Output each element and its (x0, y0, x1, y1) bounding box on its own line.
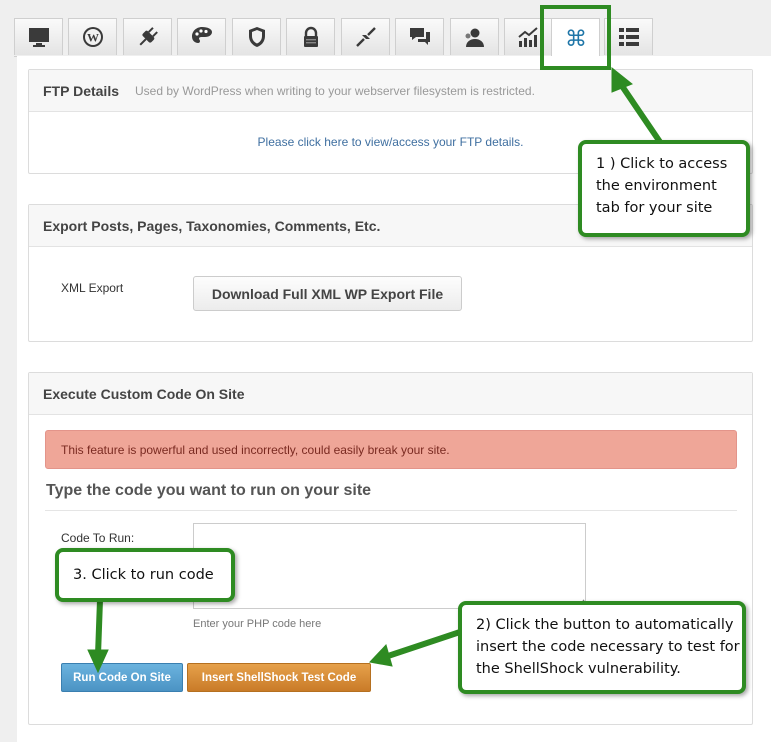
ftp-subtitle: Used by WordPress when writing to your w… (135, 83, 535, 98)
callout-3: 3. Click to run code (55, 548, 235, 602)
ftp-title: FTP Details (43, 82, 119, 99)
command-icon: ⌘ (565, 27, 587, 50)
tab-optimize[interactable] (341, 18, 390, 55)
tab-themes[interactable] (177, 18, 226, 55)
tab-dashboard[interactable] (14, 18, 63, 55)
code-heading: Type the code you want to run on your si… (46, 482, 372, 499)
custom-code-header: Execute Custom Code On Site (29, 373, 752, 415)
xml-export-label: XML Export (61, 281, 124, 295)
callout-3-line-1: 3. Click to run code (73, 567, 214, 583)
code-hint: Enter your PHP code here (193, 618, 322, 630)
callout-1: 1 ) Click to access the environment tab … (578, 140, 750, 237)
insert-shellshock-button[interactable]: Insert ShellShock Test Code (187, 663, 371, 692)
tab-lock[interactable] (286, 18, 335, 55)
code-textarea[interactable] (193, 523, 586, 609)
lock-icon (303, 26, 318, 47)
users-icon (465, 28, 484, 47)
divider (45, 510, 737, 511)
tab-plugins[interactable] (123, 18, 172, 55)
callout-1-line-2: the environment (596, 178, 717, 194)
list-icon (618, 28, 639, 46)
callout-2: 2) Click the button to automatically ins… (458, 601, 746, 694)
ftp-header: FTP Details Used by WordPress when writi… (29, 70, 752, 112)
shield-icon (248, 27, 265, 47)
tab-users[interactable] (450, 18, 499, 55)
warning-alert: This feature is powerful and used incorr… (45, 430, 737, 469)
callout-2-line-1: 2) Click the button to automatically (476, 617, 734, 633)
code-to-run-label: Code To Run: (61, 531, 135, 545)
callout-1-line-1: 1 ) Click to access (596, 156, 728, 172)
monitor-icon (28, 28, 49, 47)
callout-2-line-2: insert the code necessary to test for (476, 639, 740, 655)
run-code-button[interactable]: Run Code On Site (61, 663, 183, 692)
tab-comments[interactable] (395, 18, 444, 55)
compress-icon (355, 27, 376, 47)
download-xml-button[interactable]: Download Full XML WP Export File (193, 276, 462, 311)
callout-1-line-3: tab for your site (596, 200, 713, 216)
svg-text:W: W (87, 31, 99, 45)
tab-security[interactable] (232, 18, 281, 55)
toolbar-tabs: W ⌘ (14, 18, 771, 57)
plugin-icon (139, 27, 158, 46)
tab-environment[interactable]: ⌘ (551, 18, 600, 56)
tab-list[interactable] (604, 18, 653, 55)
export-title: Export Posts, Pages, Taxonomies, Comment… (43, 217, 381, 234)
chart-icon (517, 27, 538, 47)
tab-wordpress[interactable]: W (68, 18, 117, 55)
custom-code-title: Execute Custom Code On Site (43, 385, 245, 402)
callout-2-line-3: the ShellShock vulnerability. (476, 661, 681, 677)
chat-icon (409, 28, 430, 45)
tab-analytics[interactable] (504, 18, 553, 55)
palette-icon (191, 27, 212, 43)
svg-text:⌘: ⌘ (565, 27, 587, 50)
wordpress-icon: W (82, 27, 103, 47)
